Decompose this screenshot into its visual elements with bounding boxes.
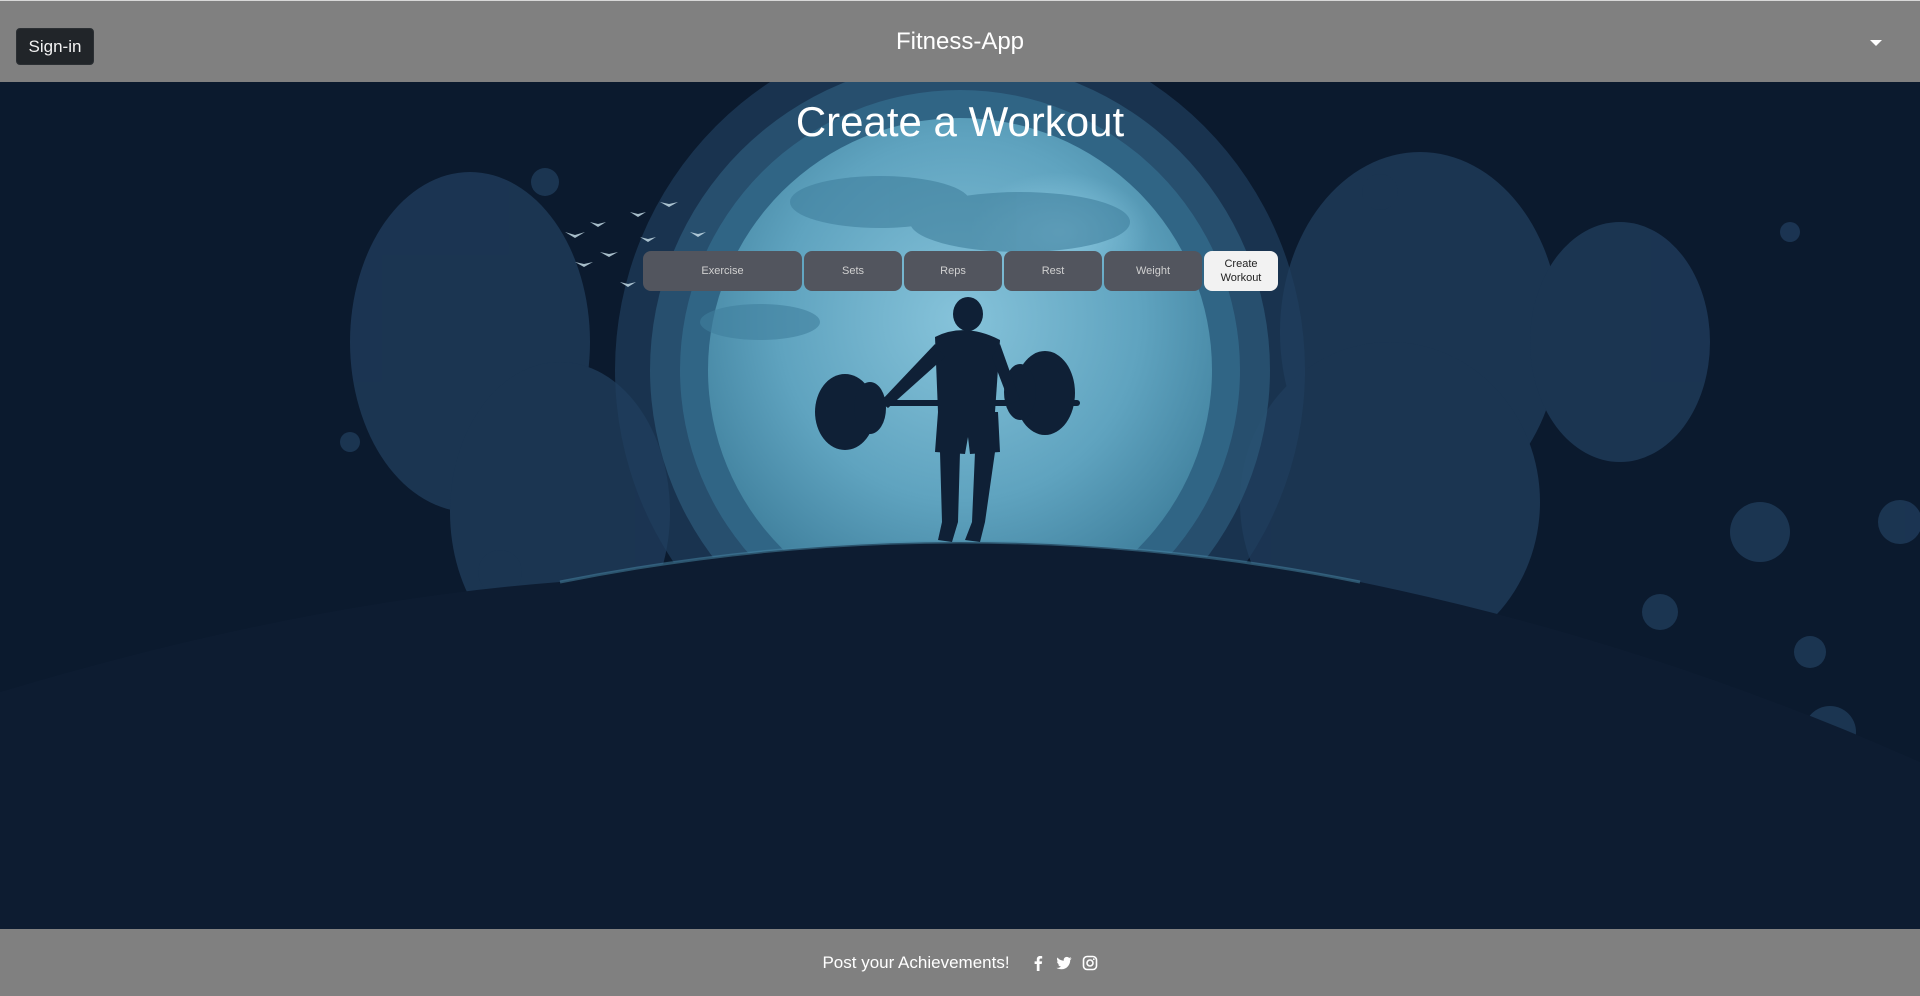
twitter-icon[interactable] [1056,955,1072,971]
brand-title: Fitness-App [895,28,1025,55]
social-links [1030,955,1098,971]
page-title: Create a Workout [795,98,1125,145]
dropdown-toggle[interactable] [1862,31,1890,55]
sets-input[interactable]: Sets [804,251,902,291]
create-workout-button[interactable]: Create Workout [1204,251,1278,291]
exercise-input[interactable]: Exercise [643,251,802,291]
footer-text: Post your Achievements! [822,952,1010,972]
weightlifter-illustration [0,82,1920,929]
facebook-icon[interactable] [1030,955,1046,971]
reps-input[interactable]: Reps [904,251,1002,291]
workout-form: Exercise Sets Reps Rest Weight Create Wo… [643,251,1278,291]
footer: Post your Achievements! [0,929,1920,996]
caret-down-icon [1870,40,1882,46]
weight-input[interactable]: Weight [1104,251,1202,291]
instagram-icon[interactable] [1082,955,1098,971]
signin-button[interactable]: Sign-in [16,28,94,65]
hero-section: Create a Workout Exercise Sets Reps Rest… [0,82,1920,929]
top-navbar: Sign-in Fitness-App [0,0,1920,82]
rest-input[interactable]: Rest [1004,251,1102,291]
